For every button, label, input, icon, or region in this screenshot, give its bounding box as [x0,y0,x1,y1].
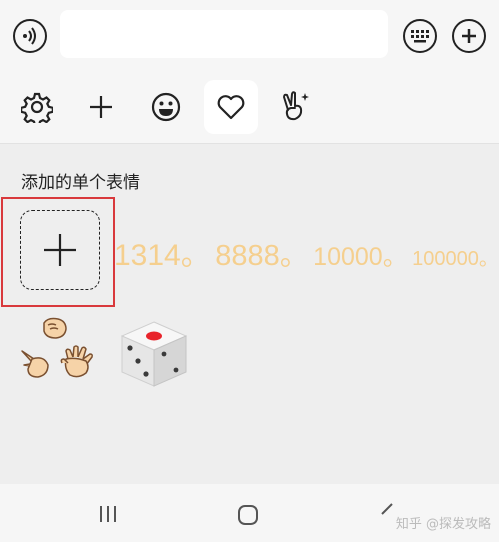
hint-numbers-row: 1314。 8888。 10000。 100000。 [114,230,499,272]
add-icon [44,234,76,266]
hint-number: 1314。 [114,239,211,272]
input-bar [0,0,499,72]
gear-icon [21,92,53,123]
watermark: 知乎 @探发攻略 [395,517,491,532]
plus-icon[interactable] [452,19,486,53]
heart-icon [217,95,245,120]
recent-apps-icon[interactable] [98,504,118,524]
home-icon[interactable] [237,504,259,526]
tab-stickers[interactable] [268,80,322,134]
tab-emoji[interactable] [139,80,193,134]
tab-add[interactable] [74,80,128,134]
dice-emoji[interactable] [116,318,192,390]
back-icon[interactable] [378,502,396,522]
keyboard-icon[interactable] [403,19,437,53]
tab-favorites[interactable] [204,80,258,134]
hint-number: 8888。 [215,240,309,272]
victory-hand-icon [283,91,309,121]
hint-number: 10000。 [313,243,408,271]
hint-number: 100000。 [412,248,499,270]
rock-paper-scissors-emoji[interactable] [18,315,102,383]
voice-input-icon[interactable] [13,19,47,53]
section-title: 添加的单个表情 [21,173,140,193]
add-icon [90,96,112,118]
smiley-icon [151,92,181,122]
tab-settings[interactable] [10,80,64,134]
text-input-field[interactable] [60,10,388,58]
add-emoji-button[interactable] [20,210,100,290]
emoji-category-tabs [0,72,499,144]
